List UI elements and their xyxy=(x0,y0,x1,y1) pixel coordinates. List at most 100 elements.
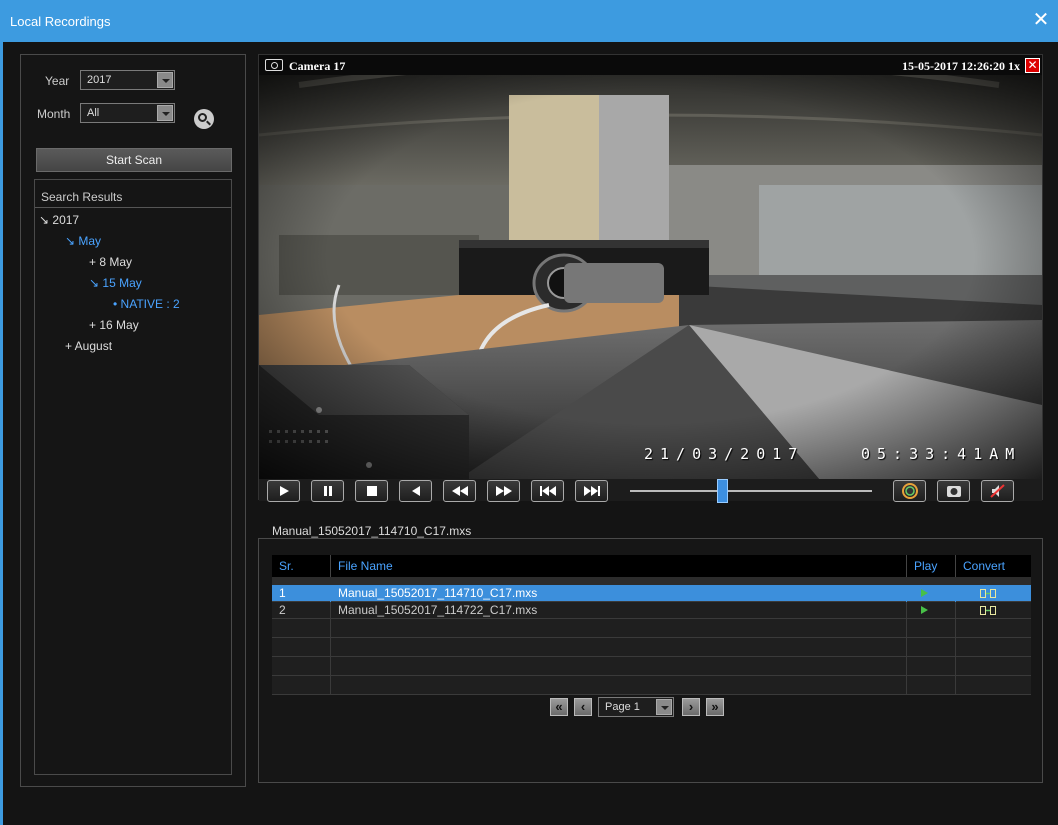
close-icon[interactable]: ✕ xyxy=(1030,9,1052,31)
camera-icon xyxy=(265,59,283,71)
color-adjust-button[interactable] xyxy=(893,480,926,502)
empty-table-row xyxy=(272,676,1031,695)
stop-button[interactable] xyxy=(355,480,388,502)
empty-cell xyxy=(956,638,1031,657)
fast-forward-icon xyxy=(495,486,512,496)
empty-cell xyxy=(331,619,907,638)
tree-item[interactable]: ↘ May xyxy=(65,234,101,248)
page-value: Page 1 xyxy=(605,701,640,713)
play-icon xyxy=(279,486,289,496)
stop-icon xyxy=(366,486,377,496)
video-header: Camera 17 15-05-2017 12:26:20 1x ✕ xyxy=(259,55,1042,75)
tree-item[interactable]: ↘ 2017 xyxy=(39,213,79,227)
file-table: Sr. File Name Play Convert 1 Manual_15052… xyxy=(272,555,1031,695)
mute-icon xyxy=(989,484,1005,498)
tree-item[interactable]: + 8 May xyxy=(89,255,132,269)
playback-controls xyxy=(259,479,1042,503)
video-timestamp: 15-05-2017 12:26:20 1x xyxy=(902,59,1020,73)
next-page-button[interactable]: › xyxy=(682,698,700,716)
column-header-sr[interactable]: Sr. xyxy=(272,555,331,577)
tree-item[interactable]: + 16 May xyxy=(89,318,139,332)
empty-cell xyxy=(907,676,956,695)
convert-icon[interactable] xyxy=(980,606,996,615)
search-icon-handle xyxy=(206,120,211,126)
year-select[interactable]: 2017 xyxy=(80,70,175,90)
snapshot-button[interactable] xyxy=(937,480,970,502)
first-page-button[interactable]: « xyxy=(550,698,568,716)
search-panel: Year 2017 Month All Start Scan Search Re… xyxy=(20,54,246,787)
start-scan-button[interactable]: Start Scan xyxy=(36,148,232,172)
year-label: Year xyxy=(45,74,70,88)
page-select[interactable]: Page 1 xyxy=(598,697,674,717)
title-bar: Local Recordings ✕ xyxy=(0,0,1058,42)
month-label: Month xyxy=(37,107,71,121)
file-table-header: Sr. File Name Play Convert xyxy=(272,555,1031,577)
empty-cell xyxy=(907,638,956,657)
column-header-file-name[interactable]: File Name xyxy=(331,555,907,577)
row-file-name: Manual_15052017_114710_C17.mxs xyxy=(331,585,907,602)
month-select[interactable]: All xyxy=(80,103,175,123)
window-body: Year 2017 Month All Start Scan Search Re… xyxy=(0,42,1058,825)
convert-icon[interactable] xyxy=(980,589,996,598)
color-wheel-icon xyxy=(901,483,918,499)
step-back-button[interactable] xyxy=(399,480,432,502)
last-page-button[interactable]: » xyxy=(706,698,724,716)
rewind-button[interactable] xyxy=(443,480,476,502)
table-spacer xyxy=(272,577,1031,585)
snapshot-icon xyxy=(946,486,961,497)
row-convert-cell xyxy=(956,602,1031,619)
file-table-body: 1 Manual_15052017_114710_C17.mxs 2 Manual_1… xyxy=(272,585,1031,695)
empty-cell xyxy=(272,657,331,676)
mute-button[interactable] xyxy=(981,480,1014,502)
skip-forward-icon xyxy=(583,486,600,496)
row-sr: 1 xyxy=(272,585,331,602)
column-header-play[interactable]: Play xyxy=(907,555,956,577)
chevron-down-icon[interactable] xyxy=(656,699,672,715)
pause-icon xyxy=(323,486,332,496)
empty-table-row xyxy=(272,657,1031,676)
column-header-convert[interactable]: Convert xyxy=(956,555,1031,577)
empty-cell xyxy=(272,619,331,638)
empty-cell xyxy=(956,657,1031,676)
fast-forward-button[interactable] xyxy=(487,480,520,502)
camera-feed-image xyxy=(259,75,1042,479)
osd-time: 05:33:41AM xyxy=(861,445,1022,463)
video-frame[interactable]: 21/03/2017 05:33:41AM xyxy=(259,75,1042,479)
empty-cell xyxy=(907,619,956,638)
video-panel: Camera 17 15-05-2017 12:26:20 1x ✕ 21/03… xyxy=(258,54,1043,503)
skip-to-end-button[interactable] xyxy=(575,480,608,502)
playback-slider[interactable] xyxy=(630,479,872,503)
row-file-name: Manual_15052017_114722_C17.mxs xyxy=(331,602,907,619)
chevron-down-icon[interactable] xyxy=(157,105,173,121)
empty-cell xyxy=(907,657,956,676)
empty-cell xyxy=(331,657,907,676)
chevron-down-icon[interactable] xyxy=(157,72,173,88)
pause-button[interactable] xyxy=(311,480,344,502)
osd-date: 21/03/2017 xyxy=(644,445,805,463)
file-list-panel: Sr. File Name Play Convert 1 Manual_15052… xyxy=(258,538,1043,783)
window-title: Local Recordings xyxy=(10,14,111,29)
prev-page-button[interactable]: ‹ xyxy=(574,698,592,716)
row-sr: 2 xyxy=(272,602,331,619)
empty-cell xyxy=(331,638,907,657)
play-button[interactable] xyxy=(267,480,300,502)
play-icon[interactable] xyxy=(921,589,928,597)
empty-cell xyxy=(956,676,1031,695)
table-row[interactable]: 1 Manual_15052017_114710_C17.mxs xyxy=(272,585,1031,602)
tree-item[interactable]: + August xyxy=(65,339,112,353)
playback-slider-thumb[interactable] xyxy=(716,479,728,503)
current-file-name: Manual_15052017_114710_C17.mxs xyxy=(272,524,472,538)
search-button[interactable] xyxy=(194,109,214,129)
tree-item[interactable]: ↘ 15 May xyxy=(89,276,142,290)
empty-cell xyxy=(272,676,331,695)
step-back-icon xyxy=(411,486,420,496)
table-row[interactable]: 2 Manual_15052017_114722_C17.mxs xyxy=(272,602,1031,619)
skip-to-start-button[interactable] xyxy=(531,480,564,502)
close-video-icon[interactable]: ✕ xyxy=(1025,58,1040,73)
play-icon[interactable] xyxy=(921,606,928,614)
empty-table-row xyxy=(272,619,1031,638)
search-results-header: Search Results xyxy=(35,180,231,208)
tree-item[interactable]: • NATIVE : 2 xyxy=(113,297,180,311)
rewind-icon xyxy=(451,486,468,496)
empty-table-row xyxy=(272,638,1031,657)
